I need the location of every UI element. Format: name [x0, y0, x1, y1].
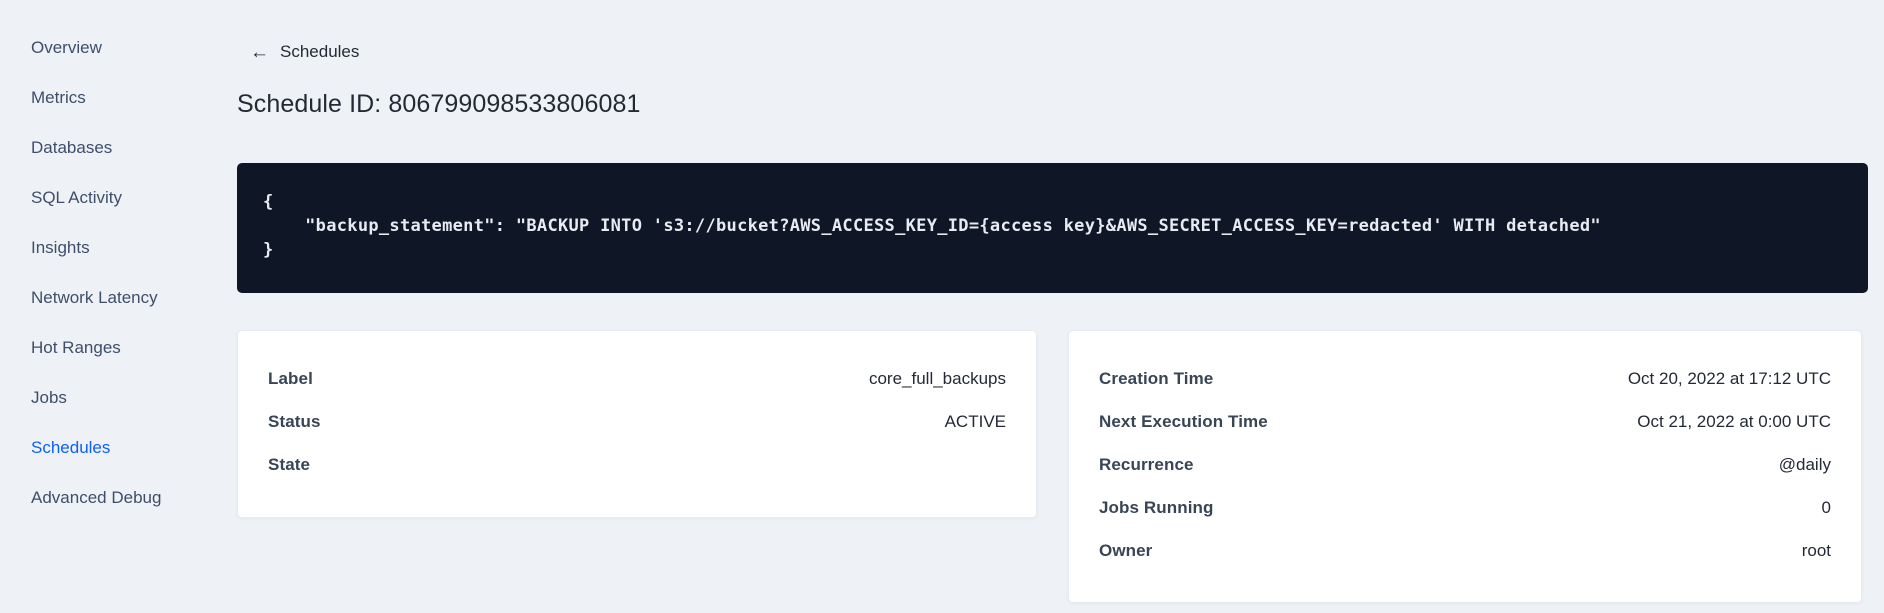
row-value: @daily [1778, 454, 1831, 474]
backup-statement-code-block: { "backup_statement": "BACKUP INTO 's3:/… [237, 163, 1868, 293]
sidebar-item-insights[interactable]: Insights [31, 238, 210, 288]
detail-row-state: State [268, 443, 1006, 486]
row-value: 0 [1821, 497, 1831, 517]
detail-row-jobs-running: Jobs Running 0 [1099, 486, 1831, 529]
schedule-summary-card: Label core_full_backups Status ACTIVE St… [237, 330, 1037, 518]
detail-row-status: Status ACTIVE [268, 400, 1006, 443]
sidebar-nav: Overview Metrics Databases SQL Activity … [0, 0, 210, 613]
sidebar-item-jobs[interactable]: Jobs [31, 388, 210, 438]
row-value: Oct 21, 2022 at 0:00 UTC [1637, 411, 1831, 431]
sidebar-item-overview[interactable]: Overview [31, 38, 210, 88]
detail-row-owner: Owner root [1099, 529, 1831, 572]
sidebar-item-network-latency[interactable]: Network Latency [31, 288, 210, 338]
sidebar-item-schedules[interactable]: Schedules [31, 438, 210, 488]
row-label: Status [268, 411, 321, 431]
sidebar-item-sql-activity[interactable]: SQL Activity [31, 188, 210, 238]
row-value: ACTIVE [944, 411, 1006, 431]
row-label: Jobs Running [1099, 497, 1214, 517]
row-value: Oct 20, 2022 at 17:12 UTC [1627, 368, 1831, 388]
row-label: Creation Time [1099, 368, 1214, 388]
row-value: core_full_backups [868, 368, 1006, 388]
db-console-schedule-detail-page: Overview Metrics Databases SQL Activity … [0, 0, 1884, 613]
row-label: State [268, 454, 311, 474]
back-link-label: Schedules [280, 42, 360, 61]
sidebar-item-hot-ranges[interactable]: Hot Ranges [31, 338, 210, 388]
backup-statement-code: { "backup_statement": "BACKUP INTO 's3:/… [263, 192, 1601, 260]
row-label: Label [268, 368, 313, 388]
back-arrow-icon: ← [250, 41, 269, 63]
row-label: Recurrence [1099, 454, 1194, 474]
row-label: Owner [1099, 540, 1153, 560]
execution-details-card: Creation Time Oct 20, 2022 at 17:12 UTC … [1068, 330, 1862, 603]
detail-row-next-execution-time: Next Execution Time Oct 21, 2022 at 0:00… [1099, 400, 1831, 443]
detail-row-recurrence: Recurrence @daily [1099, 443, 1831, 486]
sidebar-item-advanced-debug[interactable]: Advanced Debug [31, 488, 210, 538]
detail-row-label: Label core_full_backups [268, 357, 1006, 400]
row-label: Next Execution Time [1099, 411, 1268, 431]
row-value: root [1801, 540, 1831, 560]
page-title: Schedule ID: 806799098533806081 [237, 90, 641, 118]
detail-row-creation-time: Creation Time Oct 20, 2022 at 17:12 UTC [1099, 357, 1831, 400]
back-to-schedules-link[interactable]: ← Schedules [250, 42, 359, 62]
sidebar-item-databases[interactable]: Databases [31, 138, 210, 188]
sidebar-item-metrics[interactable]: Metrics [31, 88, 210, 138]
